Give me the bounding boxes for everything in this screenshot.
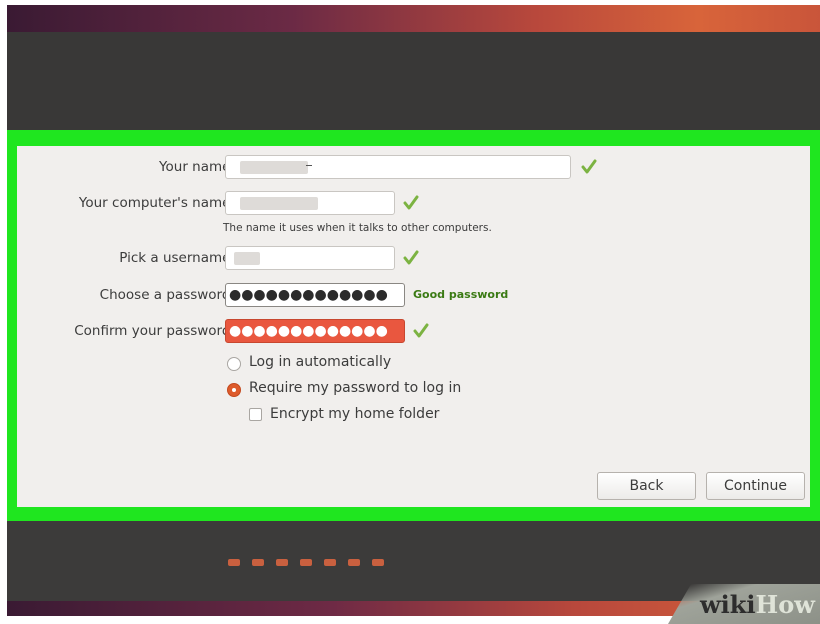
- user-setup-dialog: Your name: Your computer's name: The nam…: [17, 146, 810, 507]
- progress-step-dot: [276, 559, 288, 566]
- username-label: Pick a username:: [119, 250, 235, 266]
- password-label: Choose a password:: [99, 287, 235, 303]
- confirm-password-label: Confirm your password:: [74, 323, 235, 339]
- installer-progress-dots: [228, 559, 384, 569]
- username-check-icon: [403, 250, 419, 265]
- progress-step-dot: [228, 559, 240, 566]
- redacted-text: [234, 252, 260, 265]
- computer-name-field[interactable]: [225, 191, 395, 215]
- username-field[interactable]: [225, 246, 395, 270]
- your-name-check-icon: [581, 159, 597, 174]
- password-masked-value: ●●●●●●●●●●●●●: [229, 287, 388, 303]
- log-in-automatically-radio[interactable]: [227, 357, 241, 371]
- password-strength-label: Good password: [413, 288, 509, 301]
- progress-step-dot: [252, 559, 264, 566]
- watermark-wiki: wiki: [700, 590, 756, 619]
- progress-step-dot: [300, 559, 312, 566]
- continue-button[interactable]: Continue: [706, 472, 805, 500]
- encrypt-home-checkbox[interactable]: [249, 408, 262, 421]
- computer-name-hint: The name it uses when it talks to other …: [223, 222, 492, 234]
- require-password-label[interactable]: Require my password to log in: [249, 380, 461, 396]
- progress-step-dot: [348, 559, 360, 566]
- require-password-radio[interactable]: [227, 383, 241, 397]
- redacted-text: [240, 161, 308, 174]
- installer-header-area: [7, 32, 820, 136]
- confirm-password-masked-value: ●●●●●●●●●●●●●: [229, 323, 388, 339]
- computer-name-check-icon: [403, 195, 419, 210]
- wikihow-watermark: wikiHow: [700, 590, 815, 619]
- computer-name-label: Your computer's name:: [78, 195, 235, 211]
- log-in-automatically-label[interactable]: Log in automatically: [249, 354, 391, 370]
- your-name-label: Your name:: [159, 159, 235, 175]
- your-name-field[interactable]: [225, 155, 571, 179]
- progress-step-dot: [324, 559, 336, 566]
- back-button[interactable]: Back: [597, 472, 696, 500]
- encrypt-home-label[interactable]: Encrypt my home folder: [270, 406, 439, 422]
- redacted-text: [240, 197, 318, 210]
- top-wallpaper-strip: [7, 5, 820, 32]
- confirm-password-check-icon: [413, 323, 429, 338]
- password-field[interactable]: ●●●●●●●●●●●●●: [225, 283, 405, 307]
- progress-step-dot: [372, 559, 384, 566]
- text-cursor: [306, 165, 312, 166]
- confirm-password-field[interactable]: ●●●●●●●●●●●●●: [225, 319, 405, 343]
- watermark-how: How: [755, 590, 815, 619]
